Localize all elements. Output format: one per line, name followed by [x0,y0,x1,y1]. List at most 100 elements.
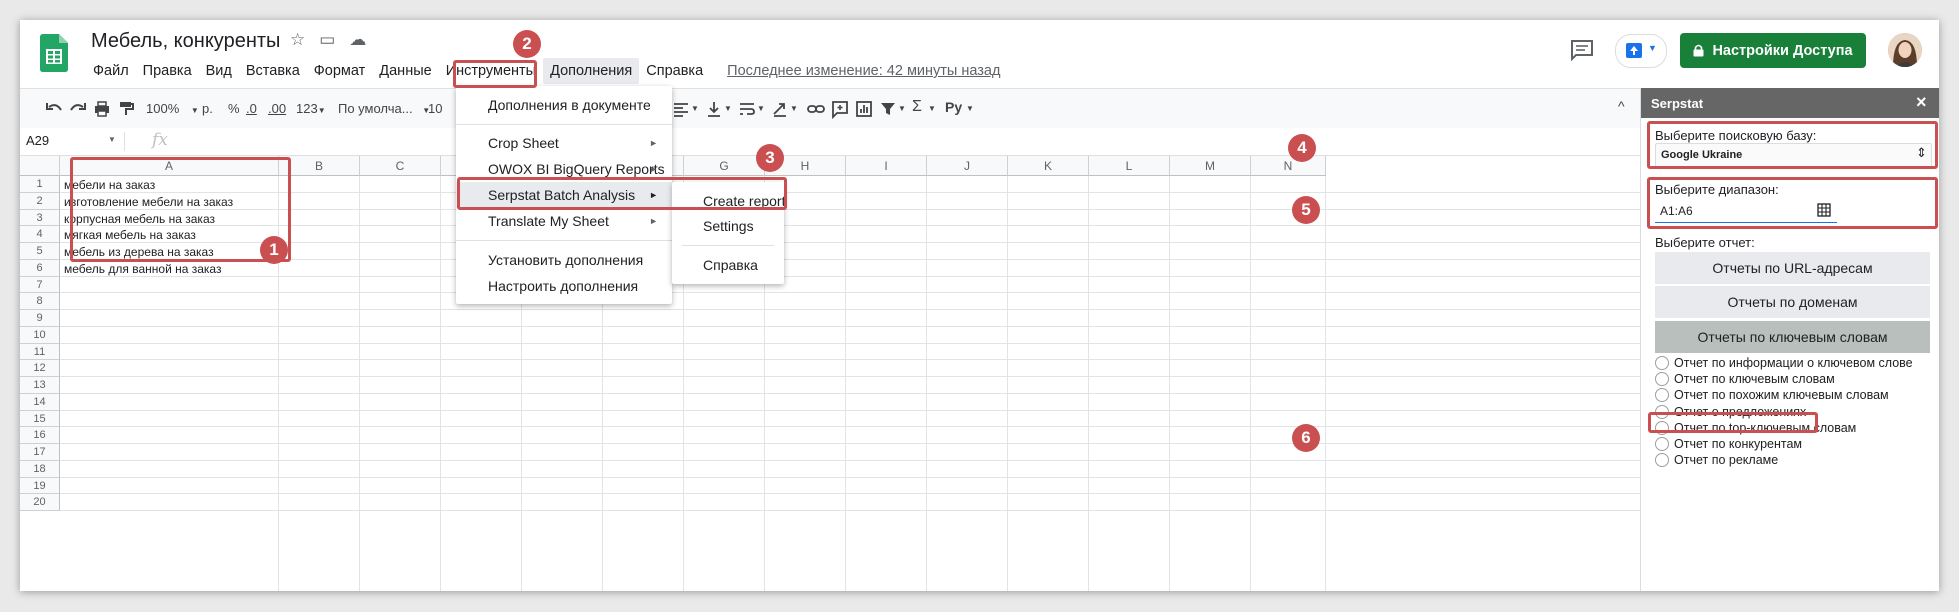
domain-reports-button[interactable]: Отчеты по доменам [1655,286,1930,318]
row-header[interactable]: 15 [20,410,60,428]
cell-a6[interactable]: мебель для ванной на заказ [64,262,221,276]
menu-view[interactable]: Вид [199,58,239,84]
font-select[interactable]: По умолча... ▼ [338,101,430,116]
comment-icon[interactable] [1570,39,1594,61]
row-header[interactable]: 5 [20,243,60,260]
move-folder-icon[interactable]: ▭ [319,30,335,50]
decrease-decimal-button[interactable]: .0 [246,101,257,116]
row-header[interactable]: 13 [20,377,60,394]
row-header[interactable]: 8 [20,293,60,310]
column-header[interactable]: K [1008,156,1089,176]
menu-edit[interactable]: Правка [136,58,199,84]
row-header[interactable]: 17 [20,444,60,461]
url-reports-button[interactable]: Отчеты по URL-адресам [1655,252,1930,284]
insert-link-icon[interactable] [806,99,826,119]
row-header[interactable]: 14 [20,393,60,411]
menu-addons[interactable]: Дополнения [543,58,640,84]
report-radio[interactable]: Отчет по похожим ключевым словам [1655,388,1889,403]
row-header[interactable]: 9 [20,310,60,327]
report-label: Выберите отчет: [1655,235,1755,250]
grid-row-line [60,459,1640,461]
column-header[interactable]: J [927,156,1008,176]
vertical-align-icon[interactable] [704,99,724,119]
row-header[interactable]: 6 [20,259,60,277]
row-header[interactable]: 2 [20,192,60,210]
grid-row-line [60,359,1640,361]
menu-format[interactable]: Формат [307,58,373,84]
functions-icon[interactable]: Σ [912,98,922,116]
zoom-select[interactable]: 100% ▼ [146,101,199,116]
row-header[interactable]: 10 [20,326,60,344]
report-radio[interactable]: Отчет по ключевым словам [1655,372,1835,387]
menu-insert[interactable]: Вставка [239,58,307,84]
row-header[interactable]: 3 [20,209,60,227]
menu-data[interactable]: Данные [372,58,438,84]
column-header[interactable]: M [1170,156,1251,176]
text-rotation-icon[interactable] [770,99,790,119]
close-icon[interactable]: × [1916,92,1927,113]
redo-icon[interactable] [68,99,88,119]
row-header[interactable]: 18 [20,460,60,478]
present-button[interactable]: ▼ [1615,34,1667,68]
row-header[interactable]: 7 [20,276,60,294]
radio-circle-icon[interactable] [1655,372,1669,387]
row-header[interactable]: 11 [20,343,60,361]
star-icon[interactable]: ☆ [290,30,305,50]
radio-circle-icon[interactable] [1655,437,1669,451]
column-header[interactable]: C [360,156,441,176]
select-all-corner[interactable] [20,156,60,176]
last-edit-link[interactable]: Последнее изменение: 42 минуты назад [720,58,1007,84]
addon-toolbar-button[interactable]: Ру [945,99,962,115]
column-header[interactable]: B [279,156,360,176]
row-header[interactable]: 16 [20,427,60,444]
avatar[interactable] [1888,33,1922,67]
more-formats-select[interactable]: 123▼ [296,101,326,116]
currency-format-button[interactable]: р. [202,101,213,116]
column-header[interactable]: N [1251,156,1326,176]
grid-column-line [1250,176,1251,591]
text-wrap-icon[interactable] [737,99,757,119]
lock-icon [1693,44,1704,57]
report-radio-label: Отчет по информации о ключевом слове [1674,356,1913,370]
print-icon[interactable] [92,99,112,119]
row-header[interactable]: 12 [20,360,60,377]
menu-file[interactable]: Файл [86,58,136,84]
chevron-down-icon: ▼ [966,104,974,113]
collapse-toolbar-icon[interactable]: ^ [1618,98,1625,114]
report-radio[interactable]: Отчет по конкурентам [1655,437,1802,451]
radio-circle-icon[interactable] [1655,453,1669,468]
chevron-down-icon: ▼ [790,104,798,113]
column-header[interactable]: G [684,156,765,176]
highlight-keywords-range [70,157,291,262]
paint-format-icon[interactable] [116,99,136,119]
insert-comment-icon[interactable] [830,99,850,119]
document-title[interactable]: Мебель, конкуренты [91,30,280,53]
report-radio[interactable]: Отчет по информации о ключевом слове [1655,356,1913,370]
percent-format-button[interactable]: % [228,101,240,116]
annotation-badge-6: 6 [1292,424,1320,452]
name-box[interactable]: A29 [26,133,49,148]
grid-row-line [60,225,1640,227]
grid-row-line [60,443,1640,444]
increase-decimal-button[interactable]: .00 [268,101,286,116]
grid-row-line [60,258,1640,260]
row-header[interactable]: 20 [20,494,60,511]
align-left-icon[interactable] [671,99,691,119]
sheets-logo-icon[interactable] [40,34,68,72]
column-header[interactable]: I [846,156,927,176]
font-size-select[interactable]: 10 [428,101,442,116]
share-button[interactable]: Настройки Доступа [1680,33,1866,68]
report-radio[interactable]: Отчет по рекламе [1655,453,1778,468]
undo-icon[interactable] [44,99,64,119]
keyword-reports-button[interactable]: Отчеты по ключевым словам [1655,321,1930,353]
radio-circle-icon[interactable] [1655,388,1669,403]
row-header[interactable]: 19 [20,477,60,495]
insert-chart-icon[interactable] [854,99,874,119]
filter-icon[interactable] [878,99,898,119]
menu-help[interactable]: Справка [639,58,710,84]
column-header[interactable]: L [1089,156,1170,176]
cloud-status-icon[interactable]: ☁ [349,30,366,50]
radio-circle-icon[interactable] [1655,356,1669,370]
row-header[interactable]: 1 [20,176,60,193]
row-header[interactable]: 4 [20,226,60,243]
